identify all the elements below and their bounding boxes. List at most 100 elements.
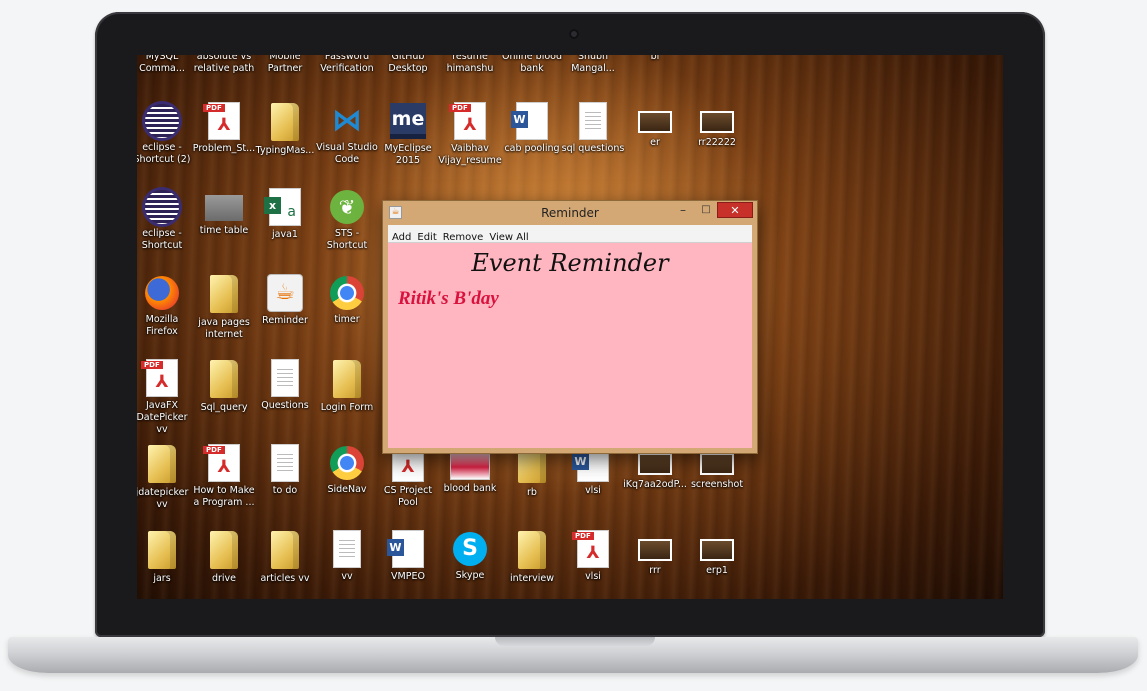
java-icon: ☕ — [268, 275, 302, 311]
desktop-icon[interactable]: bl — [623, 55, 687, 63]
pdf-tag: PDF — [141, 361, 163, 369]
desktop-icon[interactable]: Shubh Mangal... — [561, 55, 625, 75]
laptop-notch — [495, 637, 655, 646]
desktop-icon-label: Login Form — [320, 402, 374, 413]
desktop-icon-label: iKq7aa2odP... — [623, 479, 687, 490]
spring-sts-icon: ❦ — [330, 190, 364, 224]
desktop-icon-label: jdatepicker vv — [137, 487, 189, 510]
document-icon — [272, 445, 298, 481]
desktop-icon-label: eclipse - Shortcut (2) — [137, 142, 191, 165]
window-titlebar[interactable]: ☕ Reminder – □ ✕ — [383, 201, 757, 225]
desktop-icon-label: blood bank — [443, 483, 497, 494]
desktop-icon[interactable]: articles vv — [253, 529, 317, 585]
desktop-icon-label: vlsi — [585, 571, 601, 582]
minimize-button[interactable]: – — [673, 203, 693, 219]
desktop-icon[interactable]: java pages internet — [192, 273, 256, 341]
desktop-icon-label: vlsi — [585, 485, 601, 496]
desktop-icon-label: Problem_St... — [192, 143, 256, 154]
desktop-icon[interactable]: Questions — [253, 358, 317, 412]
desktop-icon[interactable]: absolute vs relative path — [192, 55, 256, 75]
desktop-icon[interactable]: Sql_query — [192, 358, 256, 414]
image-thumbnail-icon — [205, 195, 243, 221]
desktop-icon-label: Reminder — [262, 315, 308, 326]
desktop-icon[interactable]: me MyEclipse 2015 — [376, 101, 440, 167]
desktop-icon[interactable]: Wcab pooling — [500, 101, 564, 155]
folder-icon — [210, 360, 238, 398]
folder-icon — [518, 531, 546, 569]
menu-bar: Add Edit Remove View All — [388, 225, 752, 243]
desktop-icon[interactable]: rrr — [623, 529, 687, 577]
desktop-icon-label: rr22222 — [698, 137, 736, 148]
image-thumbnail-icon — [700, 453, 734, 475]
desktop-icon[interactable]: PDF ⅄ vlsi — [561, 529, 625, 583]
camera-icon — [569, 29, 579, 39]
pdf-tag: PDF — [449, 104, 471, 112]
desktop-icon[interactable]: jars — [137, 529, 194, 585]
desktop-icon[interactable]: Password Verification — [315, 55, 379, 75]
desktop-icon-label: jars — [153, 573, 171, 584]
desktop-icon[interactable]: rr22222 — [685, 101, 749, 149]
desktop-icon-label: SideNav — [327, 484, 367, 495]
desktop-icon-label: STS - Shortcut — [326, 228, 368, 251]
desktop-icon-label: MyEclipse 2015 — [384, 143, 432, 166]
desktop-icon[interactable]: er — [623, 101, 687, 149]
desktop-icon[interactable]: eclipse - Shortcut (2) — [137, 101, 194, 166]
desktop-icon[interactable]: PDF ⅄ Problem_St... — [192, 101, 256, 155]
pdf-tag: PDF — [203, 104, 225, 112]
desktop-icon[interactable]: timer — [315, 273, 379, 326]
desktop-icon[interactable]: interview — [500, 529, 564, 585]
excel-icon: xa — [264, 189, 300, 225]
desktop-icon[interactable]: sql questions — [561, 101, 625, 155]
desktop-icon[interactable]: eclipse - Shortcut — [137, 187, 194, 252]
desktop-icon-label: sql questions — [561, 143, 625, 154]
maximize-button[interactable]: □ — [696, 203, 716, 219]
desktop-icon-label: articles vv — [260, 573, 310, 584]
desktop-icon-label: cab pooling — [504, 143, 560, 154]
desktop-icon[interactable]: Online blood bank — [500, 55, 564, 75]
image-thumbnail-icon — [700, 539, 734, 561]
pdf-tag: PDF — [203, 446, 225, 454]
desktop-icon[interactable]: TypingMas... — [253, 101, 317, 157]
desktop-icon-label: Mobile Partner — [267, 55, 303, 74]
skype-icon: S — [453, 532, 487, 566]
desktop-icon-label: How to Make a Program ... — [193, 485, 255, 508]
document-icon — [580, 103, 606, 139]
desktop-icon-label: to do — [272, 485, 298, 496]
desktop-icon[interactable]: SideNav — [315, 443, 379, 496]
desktop-icon-label: Visual Studio Code — [316, 142, 378, 165]
desktop-icon[interactable]: jdatepicker vv — [137, 443, 194, 511]
desktop-screen: MySQL Comma... absolute vs relative path M… — [137, 55, 1003, 599]
desktop-icon[interactable]: PDF ⅄ JavaFX DatePicker vv — [137, 358, 194, 436]
desktop-icon[interactable]: MySQL Comma... — [137, 55, 194, 75]
folder-icon — [148, 531, 176, 569]
reminder-window[interactable]: ☕ Reminder – □ ✕ Add Edit Remove View All E… — [382, 200, 758, 454]
desktop-icon[interactable]: vv — [315, 529, 379, 583]
desktop-icon-label: Online blood bank — [502, 55, 562, 74]
desktop-icon[interactable]: GitHub Desktop — [376, 55, 440, 75]
desktop-icon[interactable]: to do — [253, 443, 317, 497]
desktop-icon[interactable]: drive — [192, 529, 256, 585]
desktop-icon[interactable]: ☕ Reminder — [253, 273, 317, 327]
desktop-icon[interactable]: PDF ⅄ Vaibhav Vijay_resume — [438, 101, 502, 167]
desktop-icon[interactable]: W VMPEO — [376, 529, 440, 583]
desktop-icon[interactable]: time table — [192, 187, 256, 237]
pdf-icon: PDF⅄ — [203, 445, 239, 481]
desktop-icon-label: rb — [527, 487, 537, 498]
desktop-icon[interactable]: erp1 — [685, 529, 749, 577]
desktop-icon[interactable]: S Skype — [438, 529, 502, 582]
desktop-icon[interactable]: Login Form — [315, 358, 379, 414]
desktop-icon[interactable]: resume himanshu — [438, 55, 502, 75]
pdf-icon: PDF⅄ — [572, 531, 608, 567]
desktop-icon-label: drive — [211, 573, 237, 584]
desktop-icon[interactable]: Mozilla Firefox — [137, 273, 194, 338]
desktop-icon-label: VMPEO — [391, 571, 425, 582]
desktop-icon[interactable]: Mobile Partner — [253, 55, 317, 75]
pdf-tag: PDF — [572, 532, 594, 540]
desktop-icon[interactable]: x a java1 — [253, 187, 317, 241]
desktop-icon[interactable]: ⋈ Visual Studio Code — [315, 101, 379, 166]
close-button[interactable]: ✕ — [717, 202, 753, 218]
chrome-icon — [330, 276, 364, 310]
desktop-icon-label: Mozilla Firefox — [145, 314, 179, 337]
desktop-icon[interactable]: PDF ⅄ How to Make a Program ... — [192, 443, 256, 509]
desktop-icon[interactable]: ❦ STS - Shortcut — [315, 187, 379, 252]
